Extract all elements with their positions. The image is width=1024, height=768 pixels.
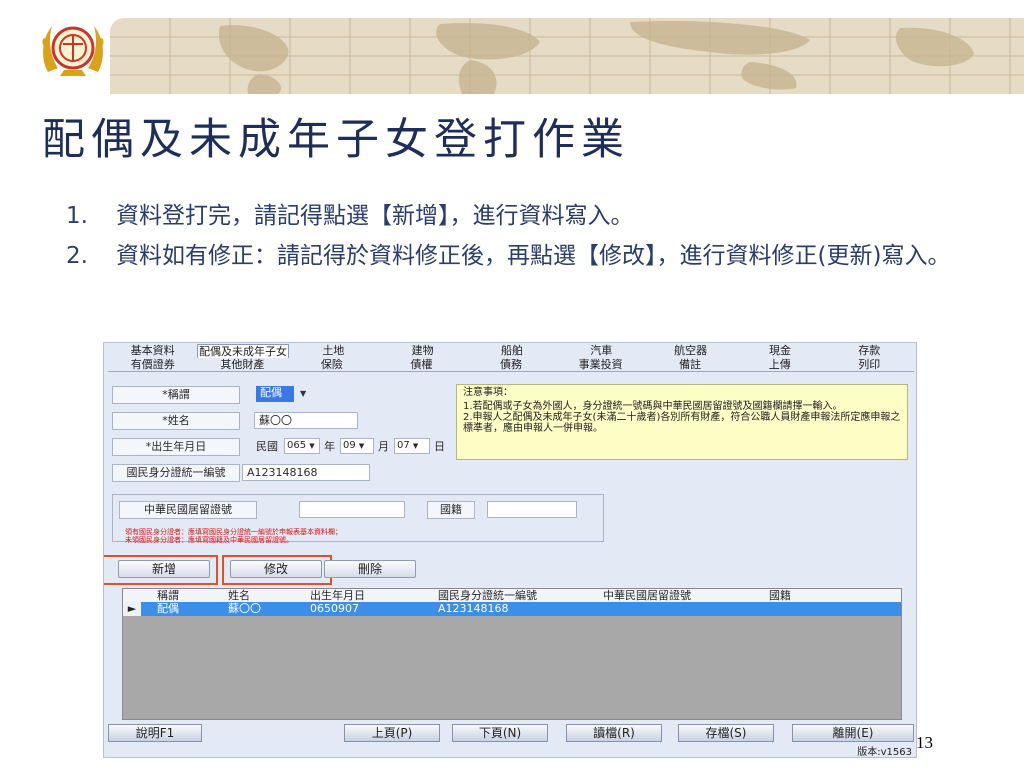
tab-aircraft[interactable]: 航空器: [646, 344, 735, 358]
column-header[interactable]: 國籍: [769, 589, 879, 602]
national-id-label: 國民身分證統一編號: [112, 464, 240, 482]
name-label: *姓名: [112, 412, 240, 430]
government-seal-icon: [38, 14, 108, 84]
cell-name[interactable]: 蘇〇〇: [228, 602, 310, 616]
cell-relation[interactable]: 配偶: [141, 602, 228, 616]
birth-day-select[interactable]: 07 ▼: [394, 438, 430, 454]
birth-year-select[interactable]: 065 ▼: [284, 438, 320, 454]
table-row[interactable]: ► 配偶 蘇〇〇 0650907 A123148168: [123, 602, 901, 616]
hint-line: 領有國民身分證者：應填寫國民身分證統一編號於申報表基本資料欄；: [125, 528, 342, 536]
exit-button[interactable]: 離開(E): [792, 724, 914, 742]
bottom-toolbar: 說明F1 上頁(P) 下頁(N) 讀檔(R) 存檔(S) 離開(E): [108, 724, 914, 742]
tab-deposit[interactable]: 存款: [825, 344, 914, 358]
instruction-list: 1. 資料登打完，請記得點選【新增】，進行資料寫入。 2. 資料如有修正：請記得…: [66, 196, 966, 276]
slide-page-number: 13: [916, 733, 933, 752]
add-button[interactable]: 新增: [118, 560, 210, 578]
residence-permit-group: 中華民國居留證號 國籍 領有國民身分證者：應填寫國民身分證統一編號於申報表基本資…: [112, 494, 604, 544]
tab-securities[interactable]: 有價證券: [108, 358, 198, 371]
tab-upload[interactable]: 上傳: [735, 358, 825, 371]
tab-building[interactable]: 建物: [378, 344, 467, 358]
nationality-label: 國籍: [427, 501, 475, 519]
birth-month-select[interactable]: 09 ▼: [340, 438, 374, 454]
tab-basic-info[interactable]: 基本資料: [108, 344, 197, 358]
column-header[interactable]: 稱謂: [141, 589, 228, 602]
tab-business-investment[interactable]: 事業投資: [556, 358, 646, 371]
residence-permit-input[interactable]: [299, 501, 405, 518]
help-button[interactable]: 說明F1: [108, 724, 202, 742]
tab-remarks[interactable]: 備註: [645, 358, 735, 371]
tab-cash[interactable]: 現金: [735, 344, 824, 358]
instruction-number: 2.: [66, 243, 88, 269]
tab-spouse-minor-children[interactable]: 配偶及未成年子女: [197, 344, 289, 358]
notice-line: 1.若配偶或子女為外國人，身分證統一號碼與中華民國居留證號及國籍欄請擇一輸入。: [463, 401, 843, 412]
column-header[interactable]: 國民身分證統一編號: [438, 589, 603, 602]
instruction-text: 資料如有修正：請記得於資料修正後，再點選【修改】，進行資料修正(更新)寫入。: [116, 243, 951, 269]
load-file-button[interactable]: 讀檔(R): [566, 724, 662, 742]
relation-label: *稱謂: [112, 386, 240, 404]
tab-car[interactable]: 汽車: [557, 344, 646, 358]
notice-line: 2.申報人之配偶及未成年子女(未滿二十歲者)各別所有財產，符合公職人員財產申報法…: [463, 412, 901, 434]
tab-claims[interactable]: 債權: [377, 358, 467, 371]
tab-bar-row-1: 基本資料 配偶及未成年子女 土地 建物 船舶 汽車 航空器 現金 存款: [108, 344, 914, 358]
tab-debts[interactable]: 債務: [466, 358, 556, 371]
instruction-number: 1.: [66, 203, 88, 229]
residence-permit-label: 中華民國居留證號: [119, 501, 257, 519]
dropdown-caret-icon[interactable]: ▼: [300, 389, 306, 398]
tab-other-property[interactable]: 其他財產: [198, 358, 288, 371]
national-id-input[interactable]: A123148168: [242, 464, 370, 481]
next-page-button[interactable]: 下頁(N): [452, 724, 548, 742]
relation-select[interactable]: 配偶: [256, 386, 294, 402]
instruction-item: 2. 資料如有修正：請記得於資料修正後，再點選【修改】，進行資料修正(更新)寫入…: [66, 236, 966, 276]
header-banner: [0, 0, 1024, 100]
slide-title: 配偶及未成年子女登打作業: [42, 115, 630, 165]
spouse-form-panel: *稱謂 配偶 ▼ *姓名 蘇〇〇 *出生年月日 民國 065 ▼ 年 09 ▼ …: [104, 374, 914, 720]
instruction-text: 資料登打完，請記得點選【新增】，進行資料寫入。: [116, 203, 634, 229]
tab-print[interactable]: 列印: [825, 358, 915, 371]
hint-line: 未領國民身分證者：應填寫國籍及中華民國居留證號。: [125, 536, 293, 544]
tab-insurance[interactable]: 保險: [287, 358, 377, 371]
instruction-item: 1. 資料登打完，請記得點選【新增】，進行資料寫入。: [66, 196, 966, 236]
cell-residence-permit[interactable]: [603, 602, 769, 616]
notice-box: 注意事項： 1.若配偶或子女為外國人，身分證統一號碼與中華民國居留證號及國籍欄請…: [456, 384, 908, 460]
cell-nationality[interactable]: [769, 602, 879, 616]
dropdown-caret-icon: ▼: [309, 442, 315, 450]
year-unit: 年: [324, 440, 335, 453]
tab-ship[interactable]: 船舶: [467, 344, 556, 358]
save-file-button[interactable]: 存檔(S): [678, 724, 774, 742]
family-members-table: 稱謂 姓名 出生年月日 國民身分證統一編號 中華民國居留證號 國籍 ► 配偶 蘇…: [122, 588, 902, 720]
delete-button[interactable]: 刪除: [324, 560, 416, 578]
cell-birth-date[interactable]: 0650907: [310, 602, 438, 616]
notice-title: 注意事項：: [463, 387, 513, 398]
era-label: 民國: [256, 440, 278, 453]
nationality-input[interactable]: [487, 501, 577, 518]
residence-hint: 領有國民身分證者：應填寫國民身分證統一編號於申報表基本資料欄； 未領國民身分證者…: [125, 528, 342, 544]
column-header[interactable]: 中華民國居留證號: [603, 589, 769, 602]
declaration-app-window: 基本資料 配偶及未成年子女 土地 建物 船舶 汽車 航空器 現金 存款 有價證券…: [103, 342, 917, 758]
month-unit: 月: [378, 440, 389, 453]
birth-date-label: *出生年月日: [112, 438, 240, 456]
cell-national-id[interactable]: A123148168: [438, 602, 603, 616]
world-map-banner: [110, 18, 1024, 94]
prev-page-button[interactable]: 上頁(P): [344, 724, 440, 742]
dropdown-caret-icon: ▼: [412, 442, 419, 450]
row-pointer-icon: ►: [123, 602, 141, 616]
column-header[interactable]: 姓名: [228, 589, 310, 602]
header-spacer: [123, 589, 141, 602]
version-label: 版本:v1563: [857, 747, 912, 758]
dropdown-caret-icon: ▼: [358, 442, 365, 450]
table-header: 稱謂 姓名 出生年月日 國民身分證統一編號 中華民國居留證號 國籍: [123, 589, 901, 602]
name-input[interactable]: 蘇〇〇: [254, 412, 358, 429]
tab-bar-row-2: 有價證券 其他財產 保險 債權 債務 事業投資 備註 上傳 列印: [108, 358, 914, 372]
edit-button[interactable]: 修改: [230, 560, 322, 578]
tab-land[interactable]: 土地: [289, 344, 378, 358]
day-unit: 日: [434, 440, 445, 453]
birth-month-value: 09: [343, 440, 356, 451]
birth-day-value: 07: [397, 440, 410, 451]
birth-year-value: 065: [287, 440, 307, 451]
column-header[interactable]: 出生年月日: [310, 589, 438, 602]
